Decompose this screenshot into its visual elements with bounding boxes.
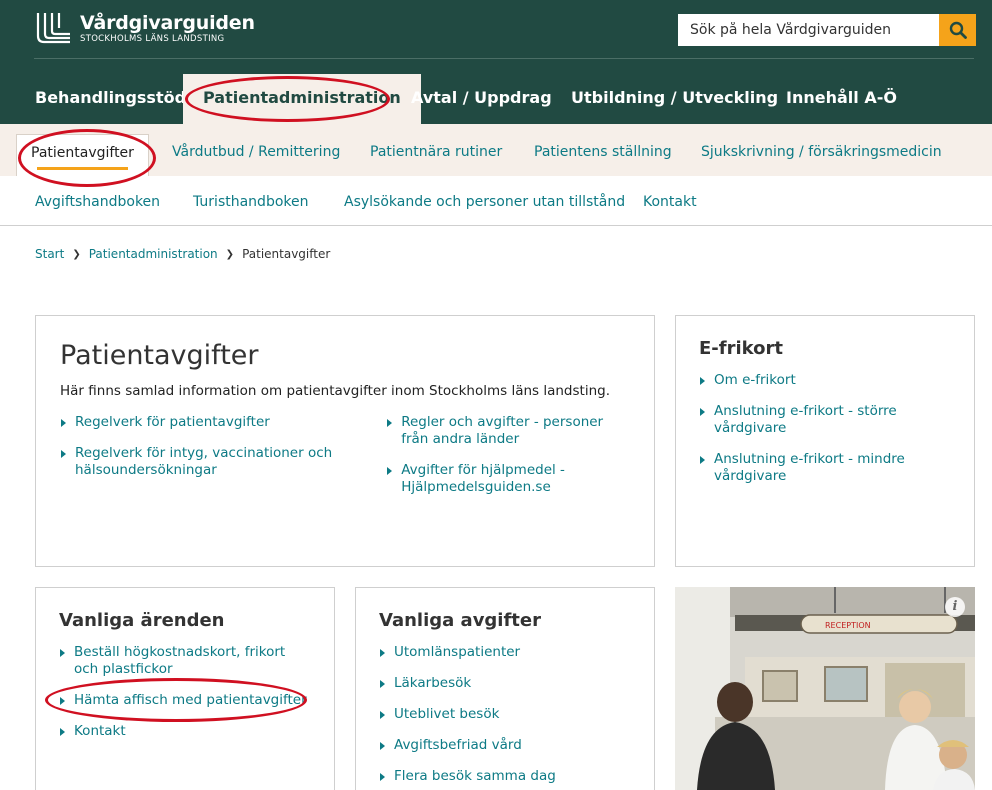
page-title: Patientavgifter [60, 340, 259, 371]
search-input[interactable] [678, 14, 939, 46]
link-hamta-affisch[interactable]: Hämta affisch med patientavgifter [59, 692, 311, 709]
main-nav: Behandlingsstöd Patientadministration Av… [0, 74, 992, 124]
link-avgiftsbefriad-vard[interactable]: Avgiftsbefriad vård [379, 737, 631, 754]
sub-nav-patientnara-rutiner[interactable]: Patientnära rutiner [370, 124, 502, 176]
third-nav-turisthandboken[interactable]: Turisthandboken [193, 176, 309, 226]
link-regelverk-intyg[interactable]: Regelverk för intyg, vaccinationer och h… [60, 445, 366, 479]
link-anslutning-mindre[interactable]: Anslutning e-frikort - mindre vårdgivare [699, 451, 951, 485]
efrikort-title: E-frikort [699, 338, 783, 359]
link-flera-besok[interactable]: Flera besök samma dag [379, 768, 631, 785]
reception-illustration: RECEPTION [675, 587, 975, 790]
common-matters-title: Vanliga ärenden [59, 610, 225, 631]
link-regelverk-patientavgifter[interactable]: Regelverk för patientavgifter [60, 414, 366, 431]
reception-photo: RECEPTION i [675, 587, 975, 790]
common-fees-links: Utomlänspatienter Läkarbesök Uteblivet b… [379, 644, 631, 785]
common-matters-links: Beställ högkostnadskort, frikort och pla… [59, 644, 311, 740]
main-nav-behandlingsstod[interactable]: Behandlingsstöd [35, 74, 186, 124]
main-nav-patientadministration[interactable]: Patientadministration [183, 74, 421, 124]
sub-nav-patientens-stallning[interactable]: Patientens ställning [534, 124, 672, 176]
main-nav-utbildning[interactable]: Utbildning / Utveckling [571, 74, 778, 124]
link-regler-andra-lander[interactable]: Regler och avgifter - personer från andr… [386, 414, 630, 448]
third-nav-asylsokande[interactable]: Asylsökande och personer utan tillstånd [344, 176, 625, 226]
link-uteblivet-besok[interactable]: Uteblivet besök [379, 706, 631, 723]
logo-mark-icon [36, 13, 70, 44]
link-avgifter-hjalpmedel[interactable]: Avgifter för hjälpmedel - Hjälpmedelsgui… [386, 462, 630, 496]
intro-text: Här finns samlad information om patienta… [60, 383, 610, 399]
patientavgifter-panel: Patientavgifter Här finns samlad informa… [35, 315, 655, 567]
common-fees-panel: Vanliga avgifter Utomlänspatienter Läkar… [355, 587, 655, 790]
breadcrumb-start[interactable]: Start [35, 247, 64, 261]
link-om-efrikort[interactable]: Om e-frikort [699, 372, 951, 389]
sub-nav-sjukskrivning[interactable]: Sjukskrivning / försäkringsmedicin [701, 124, 942, 176]
sub-nav-vardutbud[interactable]: Vårdutbud / Remittering [172, 124, 340, 176]
common-fees-title: Vanliga avgifter [379, 610, 541, 631]
info-icon[interactable]: i [945, 597, 965, 617]
link-utomlanspatienter[interactable]: Utomlänspatienter [379, 644, 631, 661]
logo-subtitle: STOCKHOLMS LÄNS LANDSTING [80, 34, 225, 44]
efrikort-links: Om e-frikort Anslutning e-frikort - stör… [699, 372, 951, 485]
link-list-left: Regelverk för patientavgifter Regelverk … [60, 414, 386, 510]
third-nav: Avgiftshandboken Turisthandboken Asylsök… [0, 176, 992, 226]
sub-nav: Patientavgifter Vårdutbud / Remittering … [0, 124, 992, 176]
link-bestall-hogkostnadskort[interactable]: Beställ högkostnadskort, frikort och pla… [59, 644, 311, 678]
search-button[interactable] [939, 14, 976, 46]
site-header: Vårdgivarguiden STOCKHOLMS LÄNS LANDSTIN… [0, 0, 992, 124]
reception-sign-text: RECEPTION [825, 621, 871, 630]
third-nav-kontakt[interactable]: Kontakt [643, 176, 697, 226]
logo-title: Vårdgivarguiden [80, 12, 255, 34]
site-logo[interactable]: Vårdgivarguiden STOCKHOLMS LÄNS LANDSTIN… [34, 12, 255, 44]
link-kontakt[interactable]: Kontakt [59, 723, 311, 740]
sub-nav-patientavgifter[interactable]: Patientavgifter [16, 134, 149, 176]
link-list-right: Regler och avgifter - personer från andr… [386, 414, 630, 510]
efrikort-panel: E-frikort Om e-frikort Anslutning e-frik… [675, 315, 975, 567]
breadcrumb-current: Patientavgifter [242, 247, 331, 261]
header-divider [34, 58, 974, 59]
chevron-right-icon: ❯ [72, 248, 81, 260]
chevron-right-icon: ❯ [225, 248, 235, 260]
common-matters-panel: Vanliga ärenden Beställ högkostnadskort,… [35, 587, 335, 790]
main-nav-avtal-uppdrag[interactable]: Avtal / Uppdrag [411, 74, 552, 124]
link-anslutning-storre[interactable]: Anslutning e-frikort - större vårdgivare [699, 403, 951, 437]
breadcrumb: Start ❯ Patientadministration ❯ Patienta… [35, 247, 330, 261]
third-nav-avgiftshandboken[interactable]: Avgiftshandboken [35, 176, 160, 226]
link-lakarbesok[interactable]: Läkarbesök [379, 675, 631, 692]
search-form [678, 14, 976, 46]
main-nav-innehall[interactable]: Innehåll A-Ö [786, 74, 897, 124]
breadcrumb-patientadministration[interactable]: Patientadministration [89, 247, 218, 261]
search-icon [949, 21, 967, 39]
